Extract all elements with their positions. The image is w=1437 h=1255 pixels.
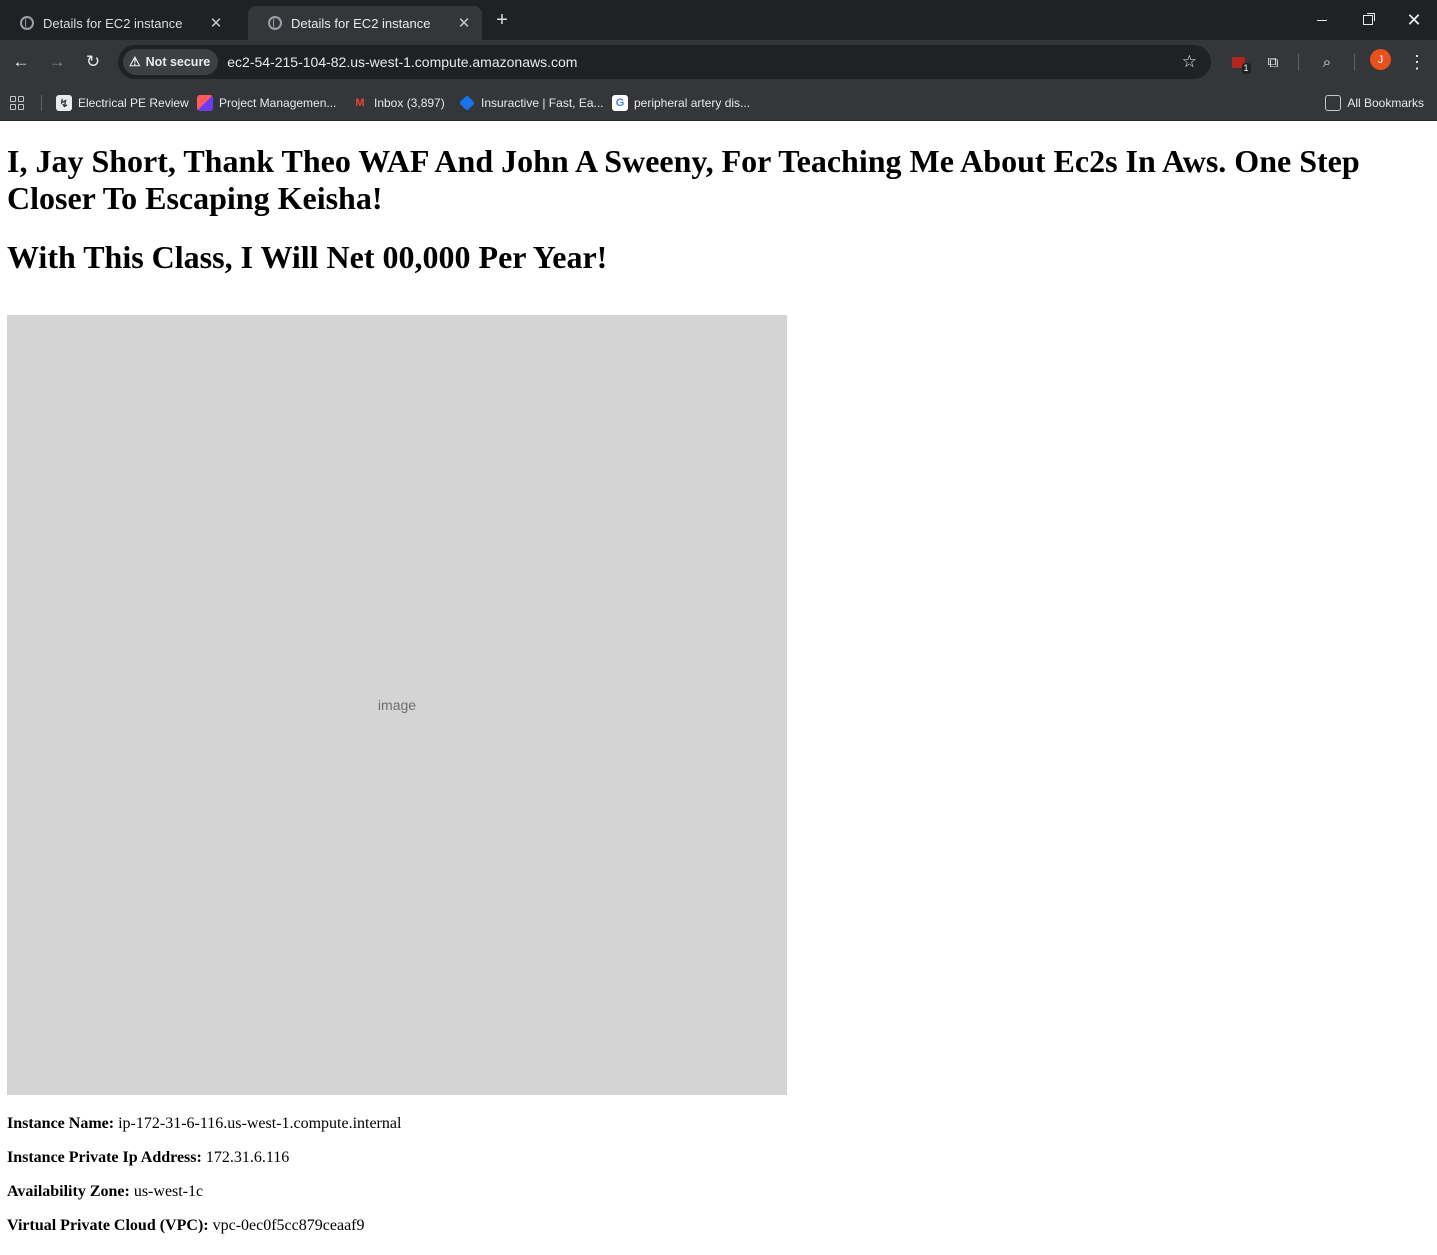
warning-icon: ⚠	[129, 54, 141, 69]
apps-grid-icon	[10, 96, 24, 110]
insuractive-favicon-icon	[459, 95, 475, 111]
minimize-button[interactable]	[1299, 0, 1345, 40]
all-bookmarks-label: All Bookmarks	[1347, 96, 1424, 110]
folder-icon	[1325, 95, 1342, 111]
bookmarks-divider	[41, 95, 42, 111]
detail-value: 172.31.6.116	[205, 1149, 290, 1166]
toolbar-divider	[1298, 54, 1299, 71]
close-tab-icon[interactable]: ✕	[456, 14, 472, 32]
detail-private-ip: Instance Private Ip Address: 172.31.6.11…	[7, 1149, 1430, 1167]
electrical-pe-favicon-icon: ↯	[56, 95, 72, 111]
detail-value: vpc-0ec0f5cc879ceaaf9	[212, 1217, 365, 1234]
page-heading: I, Jay Short, Thank Theo WAF And John A …	[7, 143, 1360, 216]
detail-value: us-west-1c	[133, 1183, 204, 1200]
restore-button[interactable]	[1345, 0, 1391, 40]
detail-vpc: Virtual Private Cloud (VPC): vpc-0ec0f5c…	[7, 1217, 1430, 1235]
globe-icon	[268, 16, 282, 30]
toolbar-divider	[1354, 54, 1355, 71]
project-management-favicon-icon	[197, 95, 213, 111]
bookmark-label: Electrical PE Review	[78, 96, 189, 110]
close-tab-icon[interactable]: ✕	[208, 14, 224, 32]
back-button[interactable]: ←	[7, 48, 35, 76]
detail-label: Availability Zone:	[7, 1183, 130, 1200]
detail-label: Instance Name:	[7, 1115, 115, 1132]
extension-button[interactable]: 1	[1225, 49, 1251, 75]
forward-button[interactable]: →	[43, 48, 71, 76]
bookmark-label: peripheral artery dis...	[634, 96, 751, 110]
new-tab-button[interactable]: +	[490, 8, 514, 32]
bookmark-star-icon[interactable]: ☆	[1182, 52, 1197, 72]
extension-badge: 1	[1241, 62, 1251, 74]
security-indicator[interactable]: ⚠ Not secure	[123, 49, 219, 75]
extension-icon: 1	[1231, 56, 1251, 74]
globe-icon	[20, 16, 34, 30]
gmail-icon: M	[355, 97, 365, 109]
bookmark-label: Insuractive | Fast, Ea...	[481, 96, 604, 110]
page-subheading: With This Class, I Will Net 00,000 Per Y…	[7, 239, 608, 275]
bookmark-label: Inbox (3,897)	[374, 96, 445, 110]
bookmarks-bar: ↯ Electrical PE Review Project Managemen…	[0, 85, 1437, 121]
bookmark-peripheral-artery[interactable]: G peripheral artery dis...	[612, 85, 750, 121]
apps-button[interactable]	[10, 85, 24, 121]
bookmark-electrical-pe-review[interactable]: ↯ Electrical PE Review	[56, 85, 189, 121]
menu-dots-icon[interactable]: ⋮	[1404, 49, 1430, 75]
security-label: Not secure	[145, 55, 211, 69]
bookmark-label: Project Managemen...	[219, 96, 337, 110]
tab-title: Details for EC2 instance	[43, 15, 183, 31]
tab-ec2-details-2[interactable]: Details for EC2 instance ✕	[248, 6, 482, 40]
extensions-puzzle-icon[interactable]: ⧉	[1260, 49, 1286, 75]
close-window-button[interactable]: ✕	[1391, 0, 1437, 40]
reload-button[interactable]: ↻	[79, 48, 107, 76]
detail-label: Instance Private Ip Address:	[7, 1149, 202, 1166]
bookmark-project-management[interactable]: Project Managemen...	[197, 85, 336, 121]
address-bar[interactable]: ⚠ Not secure ec2-54-215-104-82.us-west-1…	[118, 45, 1211, 79]
page-content: I, Jay Short, Thank Theo WAF And John A …	[0, 143, 1437, 1235]
tab-title: Details for EC2 instance	[291, 15, 431, 31]
browser-toolbar: ← → ↻ ⚠ Not secure ec2-54-215-104-82.us-…	[0, 40, 1437, 85]
restore-icon	[1363, 15, 1373, 25]
all-bookmarks-button[interactable]: All Bookmarks	[1325, 85, 1424, 121]
tab-search-icon[interactable]: ⌕	[1314, 49, 1340, 75]
detail-instance-name: Instance Name: ip-172-31-6-116.us-west-1…	[7, 1115, 1430, 1133]
detail-availability-zone: Availability Zone: us-west-1c	[7, 1183, 1430, 1201]
tab-strip: Details for EC2 instance ✕ Details for E…	[0, 0, 1437, 40]
tab-ec2-details-1[interactable]: Details for EC2 instance ✕	[0, 6, 234, 40]
bookmark-gmail-inbox[interactable]: M Inbox (3,897)	[352, 85, 445, 121]
google-icon: G	[612, 95, 628, 111]
bookmark-insuractive[interactable]: Insuractive | Fast, Ea...	[459, 85, 604, 121]
profile-avatar[interactable]: J	[1370, 49, 1391, 70]
instance-details: Instance Name: ip-172-31-6-116.us-west-1…	[7, 1115, 1430, 1235]
photo-placeholder: image	[7, 315, 787, 1095]
minimize-icon	[1317, 19, 1327, 21]
url-text[interactable]: ec2-54-215-104-82.us-west-1.compute.amaz…	[227, 54, 1181, 70]
detail-label: Virtual Private Cloud (VPC):	[7, 1217, 209, 1234]
detail-value: ip-172-31-6-116.us-west-1.compute.intern…	[118, 1115, 402, 1132]
